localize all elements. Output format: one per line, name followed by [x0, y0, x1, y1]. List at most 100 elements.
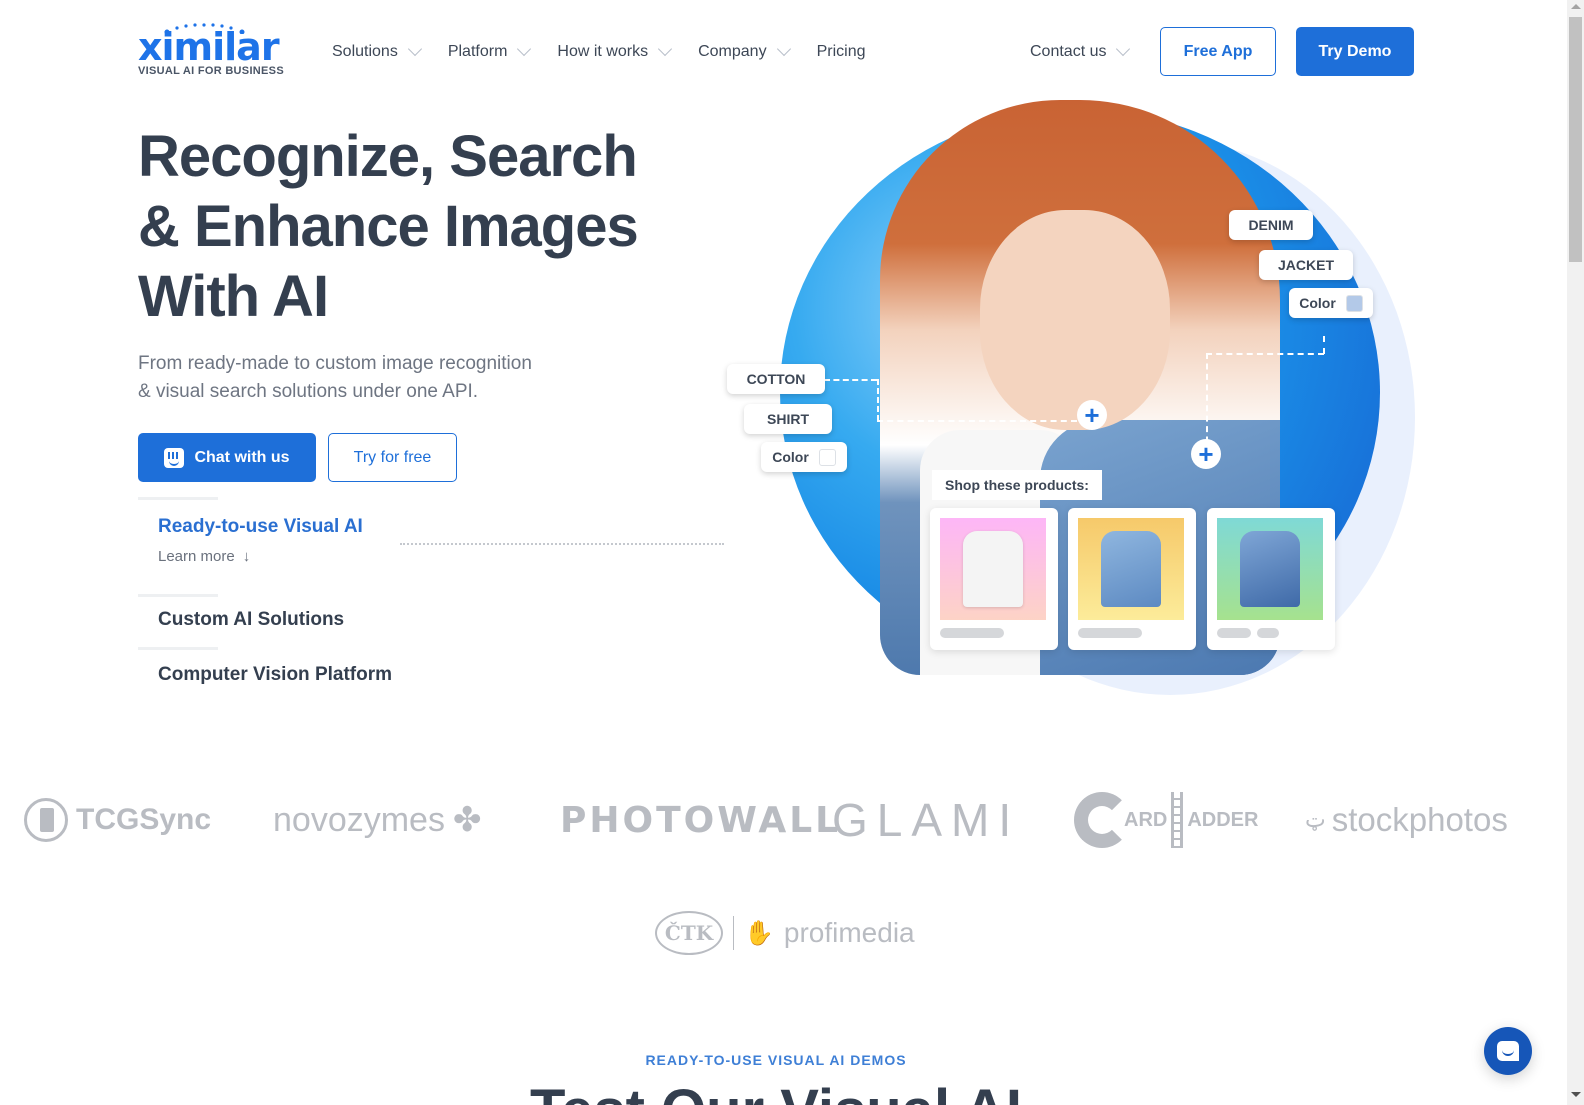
tcgsync-icon [24, 798, 68, 842]
chat-button-label: Chat with us [194, 448, 290, 466]
connector-line [877, 420, 1077, 422]
tag-text: Color [772, 449, 809, 465]
nav-label: Pricing [816, 43, 866, 60]
connector-line [824, 379, 877, 381]
logo-wordmark: ximilar [138, 25, 280, 69]
shop-products-label: Shop these products: [932, 470, 1102, 500]
section-eyebrow: READY-TO-USE VISUAL AI DEMOS [645, 1052, 907, 1068]
section-title: Test Our Visual AI [0, 1076, 1552, 1105]
try-demo-button[interactable]: Try Demo [1296, 27, 1414, 76]
tab-label: Custom AI Solutions [158, 609, 345, 630]
shirt-icon [963, 531, 1023, 607]
placeholder-bar [940, 628, 1004, 638]
client-logos: TCGSync novozymes ✤ PHOTOWALL GLAMI ARD AD… [0, 790, 1560, 850]
logo-text: profimedia [783, 917, 915, 948]
tag-text: SHIRT [767, 411, 809, 427]
logo-text: TCGSync [76, 803, 212, 836]
free-app-button[interactable]: Free App [1160, 27, 1276, 76]
hero-title-line: With AI [138, 264, 329, 329]
logo-text: stockphotos [1331, 801, 1508, 838]
chevron-down-icon [1116, 41, 1131, 57]
nav-label: Company [698, 43, 767, 60]
tag-text: Color [1299, 295, 1336, 311]
ctk-globe-icon: ČTK [655, 911, 723, 955]
page-scrollbar[interactable] [1567, 0, 1584, 1105]
scroll-down-arrow-icon[interactable] [1571, 1092, 1581, 1097]
chevron-down-icon [658, 41, 673, 57]
nav-how-it-works[interactable]: How it works [557, 40, 673, 64]
nav-pricing[interactable]: Pricing [817, 40, 866, 64]
hero-subtitle: From ready-made to custom image recognit… [138, 350, 598, 406]
tab-label: Computer Vision Platform [158, 664, 393, 685]
scroll-up-arrow-icon[interactable] [1571, 4, 1581, 9]
logo-ctk-profimedia: ČTK ✋ profimedia [655, 908, 915, 958]
arrow-down-icon: ↓ [242, 548, 251, 565]
product-image [1217, 518, 1323, 620]
hero-subtitle-line: From ready-made to custom image recognit… [138, 353, 532, 374]
nav-platform[interactable]: Platform [447, 40, 532, 64]
nav-company[interactable]: Company [698, 40, 791, 64]
product-image [1078, 518, 1184, 620]
learn-more-label: Learn more [158, 548, 235, 565]
tab-label: Ready-to-use Visual AI [158, 516, 363, 537]
chat-with-us-button[interactable]: Chat with us [138, 433, 316, 482]
face [980, 210, 1170, 430]
learn-more-link[interactable]: Learn more ↓ [158, 548, 738, 565]
chat-icon [1497, 1041, 1519, 1061]
hero-illustration: + + DENIM JACKET Color COTTON SHIRT Colo… [720, 100, 1430, 700]
jacket-icon [1101, 531, 1161, 607]
tag-denim: DENIM [1229, 210, 1313, 240]
try-for-free-button[interactable]: Try for free [328, 433, 457, 482]
product-card[interactable] [930, 508, 1058, 650]
chat-launcher-button[interactable] [1484, 1027, 1532, 1075]
tab-custom-ai-solutions[interactable]: Custom AI Solutions [138, 597, 738, 647]
logo-glami: GLAMI [832, 794, 1021, 846]
color-swatch [818, 448, 836, 466]
placeholder-bar [1217, 628, 1251, 638]
hotspot-plus-icon[interactable]: + [1191, 439, 1221, 469]
hero-title-line: & Enhance Images [138, 194, 639, 259]
scrollbar-thumb[interactable] [1569, 17, 1582, 262]
logo-text: novozymes [273, 800, 445, 839]
main-nav: Solutions Platform How it works Company … [332, 40, 893, 64]
solution-tabs: Ready-to-use Visual AI Learn more ↓ Custo… [138, 497, 738, 700]
product-card[interactable] [1068, 508, 1196, 650]
logo-card-ladder: ARD ADDER [1074, 790, 1258, 850]
placeholder-bar [1257, 628, 1279, 638]
tag-cotton: COTTON [727, 364, 825, 394]
tag-jacket: JACKET [1259, 250, 1353, 280]
hero-title-line: Recognize, Search [138, 124, 638, 189]
connector-line [1206, 353, 1324, 355]
hotspot-plus-icon[interactable]: + [1077, 400, 1107, 430]
smile-icon: ټ [1305, 807, 1326, 832]
connector-line [877, 379, 879, 421]
nav-label: Contact us [1030, 43, 1107, 60]
hero-title: Recognize, Search & Enhance Images With … [138, 122, 698, 332]
nav-label: Platform [447, 43, 508, 60]
tag-text: COTTON [746, 371, 806, 387]
nav-label: Solutions [332, 43, 398, 60]
placeholder-bar [1078, 628, 1142, 638]
tag-shirt: SHIRT [744, 404, 832, 434]
ximilar-logo[interactable]: ximilar VISUAL AI FOR BUSINESS [138, 22, 293, 78]
card-ladder-c-icon [1074, 792, 1130, 848]
tag-color-jacket: Color [1289, 288, 1373, 318]
nav-contact-us[interactable]: Contact us [1030, 40, 1131, 64]
tag-text: JACKET [1277, 257, 1334, 273]
tab-computer-vision-platform[interactable]: Computer Vision Platform [138, 650, 738, 700]
product-card[interactable] [1207, 508, 1335, 650]
connector-line [1323, 336, 1325, 354]
logo-tcgsync: TCGSync [24, 790, 211, 850]
ladder-icon [1171, 792, 1184, 848]
clover-icon: ✤ [452, 801, 482, 839]
logo-photowall: PHOTOWALL [560, 799, 842, 841]
tab-divider [138, 497, 218, 500]
connector-line [1206, 353, 1208, 453]
color-swatch [1345, 294, 1363, 312]
hand-icon: ✋ [744, 919, 774, 947]
nav-solutions[interactable]: Solutions [332, 40, 422, 64]
nav-label: How it works [557, 43, 649, 60]
logo-text: ARD [1124, 808, 1168, 831]
hero-subtitle-line: & visual search solutions under one API. [138, 381, 479, 402]
tab-ready-to-use-visual-ai[interactable]: Ready-to-use Visual AI Learn more ↓ [138, 516, 738, 594]
